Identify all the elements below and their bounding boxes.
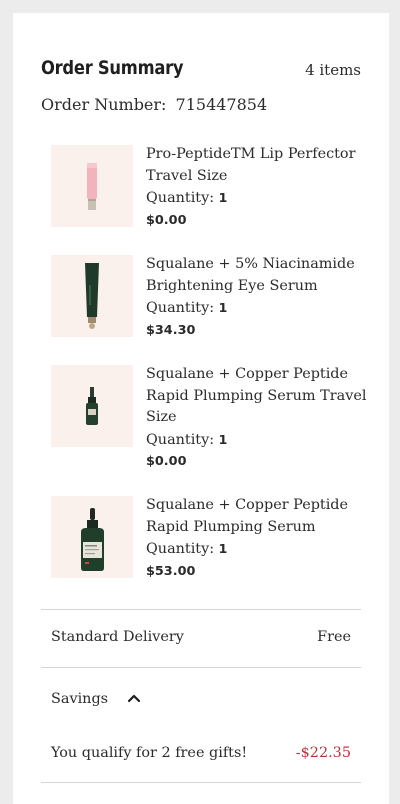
product-price: $34.30 (146, 322, 196, 338)
product-quantity: Quantity: 1 (146, 538, 371, 561)
product-name: Squalane + 5% Niacinamide Brightening Ey… (146, 256, 355, 294)
quantity-label: Quantity: (146, 431, 215, 448)
order-summary-card: Order Summary 4 items Order Number: 7154… (13, 13, 389, 804)
product-image (51, 255, 133, 337)
product-image (51, 145, 133, 227)
quantity-label: Quantity: (146, 190, 215, 206)
quantity-value: 1 (218, 190, 228, 205)
divider (41, 667, 361, 668)
chevron-up-icon (127, 691, 141, 707)
product-name: Squalane + Copper Peptide Rapid Plumping… (146, 497, 349, 535)
quantity-label: Quantity: (146, 541, 215, 557)
delivery-row: Standard Delivery Free (51, 629, 351, 645)
product-image (51, 496, 133, 578)
order-summary-title: Order Summary (41, 57, 184, 79)
order-number: Order Number: 715447854 (41, 95, 267, 114)
item-count: 4 items (305, 61, 361, 79)
product-price: $0.00 (146, 212, 187, 228)
product-image (51, 365, 133, 447)
eye-serum-tube-icon (85, 263, 99, 329)
product-quantity: Quantity: 1 (146, 429, 371, 452)
product-price: $0.00 (146, 454, 187, 469)
product-quantity: Quantity: 1 (146, 187, 371, 210)
product-info: Pro-PeptideTM Lip Perfector Travel Size … (146, 144, 371, 231)
product-info: Squalane + Copper Peptide Rapid Plumping… (146, 495, 371, 582)
product-info: Squalane + Copper Peptide Rapid Plumping… (146, 364, 371, 473)
divider (41, 609, 361, 610)
savings-label: Savings (51, 691, 109, 707)
quantity-value: 1 (218, 541, 228, 556)
quantity-value: 1 (218, 431, 228, 447)
savings-line-label: You qualify for 2 free gifts! (51, 745, 248, 761)
quantity-value: 1 (218, 300, 228, 315)
divider (41, 782, 361, 783)
order-summary-header: Order Summary 4 items (41, 57, 361, 83)
savings-line-value: -$22.35 (295, 745, 351, 761)
lip-tube-icon (87, 163, 97, 210)
delivery-label: Standard Delivery (51, 629, 184, 645)
product-info: Squalane + 5% Niacinamide Brightening Ey… (146, 254, 371, 341)
savings-toggle[interactable]: Savings (51, 691, 351, 707)
delivery-value: Free (317, 629, 351, 645)
product-name: Pro-PeptideTM Lip Perfector Travel Size (146, 146, 356, 184)
order-number-value: 715447854 (175, 95, 268, 114)
small-dropper-bottle-icon (86, 387, 98, 425)
quantity-label: Quantity: (146, 300, 215, 316)
product-quantity: Quantity: 1 (146, 297, 371, 320)
product-price: $53.00 (146, 563, 196, 579)
savings-line: You qualify for 2 free gifts! -$22.35 (51, 745, 351, 761)
dropper-bottle-icon (81, 508, 104, 571)
order-number-label: Order Number: (41, 95, 167, 114)
product-name: Squalane + Copper Peptide Rapid Plumping… (146, 366, 367, 425)
